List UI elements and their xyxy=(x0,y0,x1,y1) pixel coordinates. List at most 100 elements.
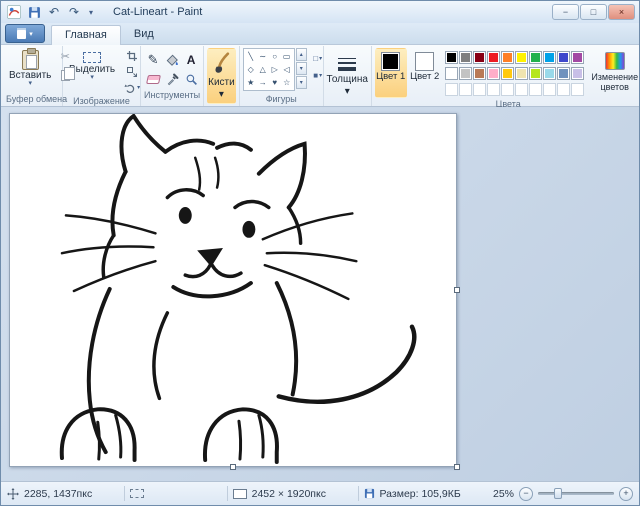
zoom-slider[interactable] xyxy=(538,486,614,501)
canvas-resize-handle-right[interactable] xyxy=(454,287,460,293)
close-button[interactable]: × xyxy=(608,4,635,20)
shapes-gallery-scrollbar: ▴ ▾ ▾ xyxy=(296,48,307,91)
palette-swatch[interactable] xyxy=(501,51,514,64)
workspace xyxy=(1,107,639,481)
shape-item[interactable]: ◇ xyxy=(245,63,257,76)
palette-swatch[interactable] xyxy=(473,67,486,80)
chevron-down-icon: ▾ xyxy=(28,81,32,87)
pencil-tool-button[interactable]: ✎ xyxy=(144,50,162,69)
palette-swatch[interactable] xyxy=(529,67,542,80)
palette-swatch[interactable] xyxy=(445,67,458,80)
palette-swatch[interactable] xyxy=(571,51,584,64)
save-button[interactable] xyxy=(25,4,43,21)
palette-swatch[interactable] xyxy=(487,51,500,64)
palette-swatch[interactable] xyxy=(557,51,570,64)
tab-view[interactable]: Вид xyxy=(121,25,167,44)
palette-swatch[interactable] xyxy=(543,51,556,64)
paste-button[interactable]: Вставить ▾ xyxy=(6,48,54,89)
palette-empty-slot[interactable] xyxy=(515,83,528,96)
chevron-down-icon: ▾ xyxy=(29,30,33,38)
line-thickness-icon xyxy=(338,58,356,71)
statusbar: 2285, 1437пкс 2452 × 1920пкс Размер: 105… xyxy=(1,481,639,505)
shape-item[interactable]: ☆ xyxy=(281,76,293,89)
palette-empty-slot[interactable] xyxy=(459,83,472,96)
zoom-level-value: 25% xyxy=(493,488,514,500)
shapes-scroll-down-button[interactable]: ▾ xyxy=(296,62,307,75)
magnifier-tool-button[interactable] xyxy=(182,70,200,89)
palette-swatch[interactable] xyxy=(501,67,514,80)
magnifier-icon xyxy=(185,73,198,86)
edit-colors-button[interactable]: Изменение цветов xyxy=(588,48,640,98)
shapes-gallery: ╲∼○▭ ◇△▷◁ ★→♥☆ xyxy=(243,48,295,91)
shapes-group-label: Фигуры xyxy=(243,93,320,106)
color2-button[interactable]: Цвет 2 xyxy=(409,48,441,98)
application-menu-button[interactable]: ▾ xyxy=(5,24,45,43)
crop-icon xyxy=(126,50,138,62)
canvas-resize-handle-bottom[interactable] xyxy=(230,464,236,470)
titlebar: ↶ ↷ ▾ Cat-Lineart - Paint − □ × xyxy=(1,1,639,23)
shape-item[interactable]: → xyxy=(257,76,269,89)
qat-dropdown-button[interactable]: ▾ xyxy=(85,4,97,21)
palette-swatch[interactable] xyxy=(445,51,458,64)
shapes-scroll-up-button[interactable]: ▴ xyxy=(296,48,307,61)
canvas-resize-handle-corner[interactable] xyxy=(454,464,460,470)
eyedropper-icon xyxy=(166,73,179,86)
shape-item[interactable]: ○ xyxy=(269,50,281,63)
palette-row-2 xyxy=(445,67,584,80)
palette-empty-slot[interactable] xyxy=(487,83,500,96)
palette-swatch[interactable] xyxy=(543,67,556,80)
palette-empty-slot[interactable] xyxy=(571,83,584,96)
palette-empty-slot[interactable] xyxy=(473,83,486,96)
zoom-in-button[interactable]: + xyxy=(619,487,633,501)
shape-item[interactable]: ╲ xyxy=(245,50,257,63)
image-size-icon xyxy=(233,489,247,499)
window-title: Cat-Lineart - Paint xyxy=(113,6,550,18)
size-button[interactable]: Толщина ▾ xyxy=(327,48,368,104)
palette-swatch[interactable] xyxy=(515,67,528,80)
palette-empty-slot[interactable] xyxy=(557,83,570,96)
maximize-button[interactable]: □ xyxy=(580,4,607,20)
cat-lineart-drawing xyxy=(10,114,456,466)
fill-tool-button[interactable] xyxy=(163,50,181,69)
shape-item[interactable]: ▷ xyxy=(269,63,281,76)
eraser-tool-button[interactable] xyxy=(144,70,162,89)
zoom-out-button[interactable]: − xyxy=(519,487,533,501)
palette-swatch[interactable] xyxy=(557,67,570,80)
palette-row-3 xyxy=(445,83,584,96)
palette-swatch[interactable] xyxy=(487,67,500,80)
palette-row-1 xyxy=(445,51,584,64)
undo-button[interactable]: ↶ xyxy=(45,4,63,21)
shape-item[interactable]: ▭ xyxy=(281,50,293,63)
color1-label: Цвет 1 xyxy=(376,72,405,82)
redo-button[interactable]: ↷ xyxy=(65,4,83,21)
color1-button[interactable]: Цвет 1 xyxy=(375,48,407,98)
size-label: Толщина xyxy=(327,74,368,85)
palette-swatch[interactable] xyxy=(459,51,472,64)
shape-item[interactable]: ◁ xyxy=(281,63,293,76)
shape-item[interactable]: △ xyxy=(257,63,269,76)
palette-swatch[interactable] xyxy=(515,51,528,64)
window-controls: − □ × xyxy=(552,4,635,20)
paint-canvas[interactable] xyxy=(9,113,457,467)
palette-empty-slot[interactable] xyxy=(529,83,542,96)
shape-item[interactable]: ∼ xyxy=(257,50,269,63)
palette-swatch[interactable] xyxy=(529,51,542,64)
palette-swatch[interactable] xyxy=(459,67,472,80)
palette-empty-slot[interactable] xyxy=(445,83,458,96)
brushes-button[interactable]: Кисти ▾ xyxy=(207,48,236,104)
shapes-gallery-expand-button[interactable]: ▾ xyxy=(296,76,307,89)
outline-icon: □ xyxy=(313,54,318,63)
shape-item[interactable]: ★ xyxy=(245,76,257,89)
palette-empty-slot[interactable] xyxy=(501,83,514,96)
fill-bucket-icon xyxy=(165,53,179,67)
color-picker-tool-button[interactable] xyxy=(163,70,181,89)
group-colors: Цвет 1 Цвет 2 Изменение цветов Цвета xyxy=(372,46,640,106)
shape-item[interactable]: ♥ xyxy=(269,76,281,89)
text-tool-button[interactable]: A xyxy=(182,50,200,69)
tab-home[interactable]: Главная xyxy=(51,25,121,45)
minimize-button[interactable]: − xyxy=(552,4,579,20)
palette-swatch[interactable] xyxy=(473,51,486,64)
zoom-slider-thumb[interactable] xyxy=(554,488,562,499)
palette-swatch[interactable] xyxy=(571,67,584,80)
palette-empty-slot[interactable] xyxy=(543,83,556,96)
